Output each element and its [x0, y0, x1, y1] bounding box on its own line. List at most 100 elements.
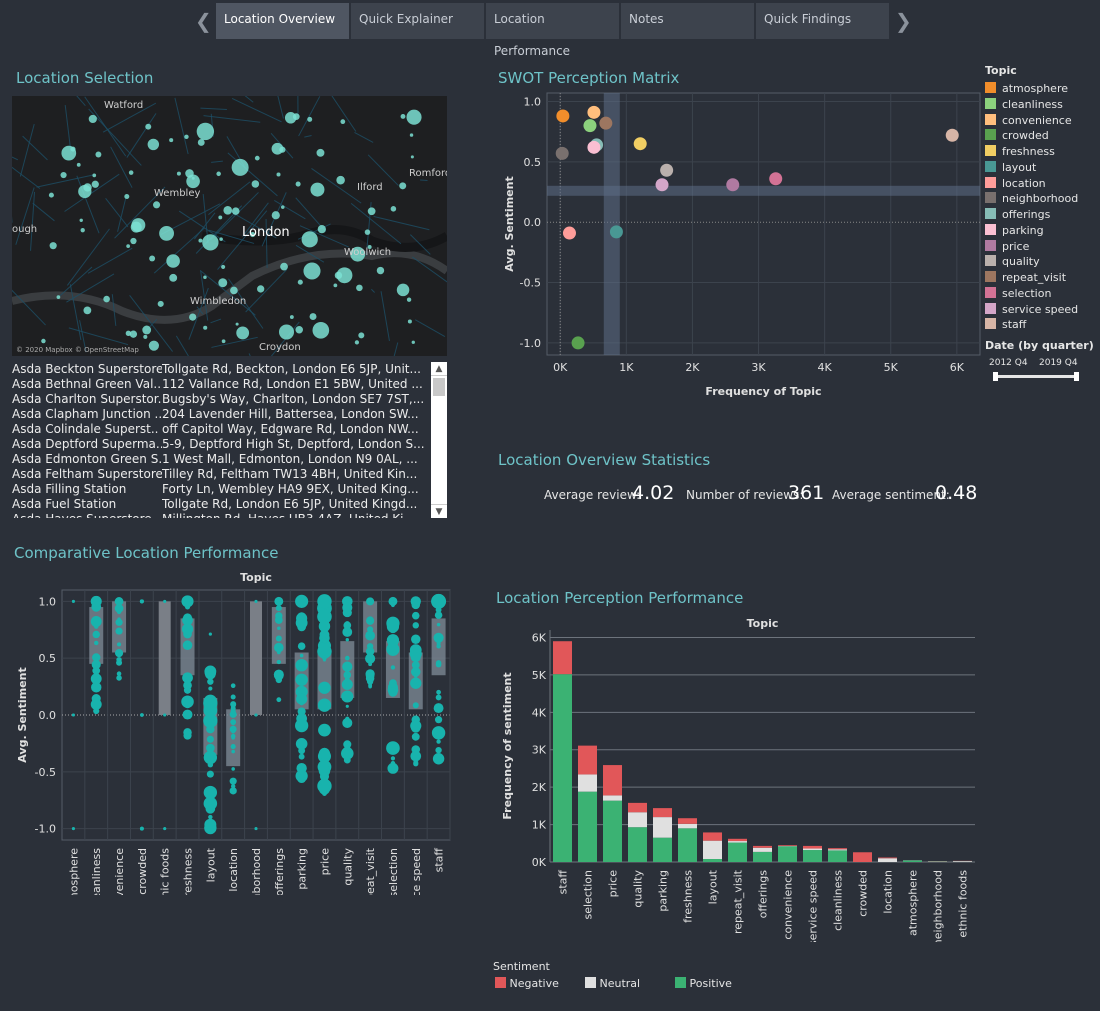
location-row[interactable]: Asda Clapham Junction .. 204 Lavender Hil…: [12, 407, 447, 422]
scatter-point[interactable]: [769, 172, 783, 186]
map-location-marker[interactable]: [56, 295, 61, 299]
bar-segment-negative[interactable]: [778, 845, 797, 846]
bar-segment-positive[interactable]: [678, 828, 697, 862]
bar-segment-neutral[interactable]: [603, 795, 622, 801]
data-point[interactable]: [386, 741, 400, 755]
data-point[interactable]: [365, 653, 376, 664]
legend-item[interactable]: selection: [985, 286, 1051, 302]
data-point[interactable]: [413, 674, 418, 678]
map-location-marker[interactable]: [202, 234, 219, 251]
map-location-marker[interactable]: [316, 148, 325, 157]
data-point[interactable]: [299, 653, 304, 658]
data-point[interactable]: [342, 627, 353, 637]
map-location-marker[interactable]: [103, 295, 110, 303]
data-point[interactable]: [229, 787, 237, 795]
data-point[interactable]: [344, 677, 350, 682]
map-location-marker[interactable]: [83, 306, 92, 315]
data-point[interactable]: [365, 669, 375, 679]
legend-item[interactable]: service speed: [985, 302, 1078, 318]
data-point[interactable]: [90, 595, 102, 607]
scatter-point[interactable]: [556, 109, 570, 123]
data-point[interactable]: [431, 726, 446, 740]
data-point[interactable]: [254, 827, 258, 831]
data-point[interactable]: [185, 604, 191, 610]
map-location-marker[interactable]: [166, 254, 180, 268]
data-point[interactable]: [435, 694, 442, 701]
bar-segment-negative[interactable]: [853, 852, 872, 862]
data-point[interactable]: [436, 641, 441, 646]
map-location-marker[interactable]: [48, 192, 54, 198]
scatter-point[interactable]: [555, 146, 569, 160]
bar-segment-negative[interactable]: [753, 845, 772, 848]
bar-segment-neutral[interactable]: [703, 840, 722, 860]
map-location-marker[interactable]: [376, 266, 385, 275]
data-point[interactable]: [254, 713, 258, 717]
map-location-marker[interactable]: [218, 215, 223, 220]
data-point[interactable]: [342, 661, 353, 672]
data-point[interactable]: [230, 705, 236, 712]
map-location-marker[interactable]: [251, 180, 260, 188]
map-location-marker[interactable]: [396, 283, 410, 297]
legend-item[interactable]: convenience: [985, 113, 1072, 129]
map-location-marker[interactable]: [400, 113, 406, 119]
data-point[interactable]: [317, 698, 332, 712]
bar-segment-neutral[interactable]: [828, 849, 847, 851]
map-location-marker[interactable]: [399, 182, 407, 190]
legend-item[interactable]: crowded: [985, 128, 1049, 144]
scatter-point[interactable]: [587, 105, 601, 119]
bar-segment-negative[interactable]: [553, 641, 572, 675]
bar-segment-negative[interactable]: [578, 745, 597, 775]
data-point[interactable]: [295, 595, 308, 608]
scatter-point[interactable]: [633, 137, 647, 151]
map-location-marker[interactable]: [147, 138, 160, 151]
bar-segment-positive[interactable]: [578, 791, 597, 862]
map-location-marker[interactable]: [92, 173, 97, 178]
scatter-point[interactable]: [587, 140, 601, 154]
map-location-marker[interactable]: [148, 340, 159, 351]
map-location-marker[interactable]: [184, 134, 189, 140]
map-location-marker[interactable]: [126, 244, 130, 248]
map-location-marker[interactable]: [333, 283, 338, 288]
prev-arrow-icon[interactable]: ❮: [195, 9, 212, 33]
bar-segment-positive[interactable]: [903, 860, 922, 862]
data-point[interactable]: [182, 709, 193, 720]
bar-segment-positive[interactable]: [753, 851, 772, 862]
bar-segment-neutral[interactable]: [753, 847, 772, 852]
bar-segment-positive[interactable]: [653, 837, 672, 862]
map-location-marker[interactable]: [142, 325, 152, 335]
scatter-point[interactable]: [599, 116, 613, 130]
data-point[interactable]: [90, 673, 102, 685]
data-point[interactable]: [410, 677, 422, 689]
tab-location-performance[interactable]: Location Performance: [486, 3, 619, 58]
map-location-marker[interactable]: [312, 321, 330, 339]
data-point[interactable]: [117, 660, 121, 665]
location-row[interactable]: Asda Hayes SuperstoreMillington Rd, Haye…: [12, 512, 447, 518]
data-point[interactable]: [433, 703, 444, 714]
scroll-thumb[interactable]: [433, 378, 445, 396]
date-slider-handle-end[interactable]: [1074, 372, 1079, 381]
map-location-marker[interactable]: [358, 332, 365, 339]
data-point[interactable]: [91, 683, 101, 692]
data-point[interactable]: [276, 598, 282, 604]
map-location-marker[interactable]: [364, 229, 371, 235]
data-point[interactable]: [206, 770, 214, 778]
data-point[interactable]: [295, 718, 309, 733]
data-point[interactable]: [276, 697, 282, 703]
data-point[interactable]: [203, 694, 218, 708]
data-point[interactable]: [435, 746, 442, 754]
location-row[interactable]: Asda Colindale Superst.. off Capitol Way,…: [12, 422, 447, 437]
data-point[interactable]: [90, 698, 102, 710]
bar-segment-positive[interactable]: [553, 674, 572, 862]
data-point[interactable]: [140, 713, 144, 717]
location-row[interactable]: Asda Fuel Station Tollgate Rd, London E6 …: [12, 497, 447, 512]
legend-item[interactable]: quality: [985, 254, 1040, 270]
data-point[interactable]: [115, 627, 123, 635]
map-location-marker[interactable]: [79, 218, 83, 222]
data-point[interactable]: [115, 618, 123, 626]
map-location-marker[interactable]: [191, 176, 195, 180]
scatter-point[interactable]: [726, 178, 740, 192]
data-point[interactable]: [318, 681, 331, 694]
data-point[interactable]: [231, 735, 236, 740]
data-point[interactable]: [436, 622, 441, 627]
list-scrollbar[interactable]: ▲ ▼: [431, 362, 447, 518]
